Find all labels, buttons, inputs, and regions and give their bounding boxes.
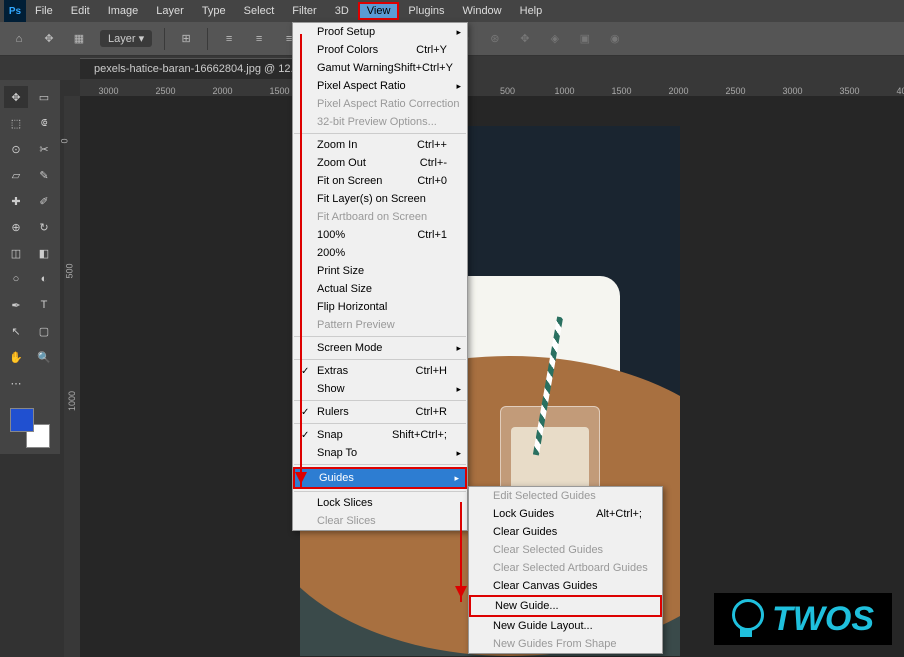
view-menu-fit-artboard-on-screen: Fit Artboard on Screen [293, 208, 467, 226]
view-menu-lock-slices[interactable]: Lock Slices [293, 494, 467, 512]
view-menu-dropdown: Proof SetupProof ColorsCtrl+YGamut Warni… [292, 22, 468, 531]
view-menu-zoom-out[interactable]: Zoom OutCtrl+- [293, 154, 467, 172]
guides-menu-new-guides-from-shape: New Guides From Shape [469, 635, 662, 653]
gradient-tool-icon[interactable]: ◧ [32, 242, 56, 264]
menu-help[interactable]: Help [511, 2, 552, 20]
menu-bar: Ps FileEditImageLayerTypeSelectFilter3DV… [0, 0, 904, 22]
zoom-tool-icon[interactable]: 🔍 [32, 346, 56, 368]
view-menu-proof-setup[interactable]: Proof Setup [293, 23, 467, 41]
view-menu-zoom-in[interactable]: Zoom InCtrl++ [293, 136, 467, 154]
auto-select-icon[interactable]: ▦ [70, 30, 88, 48]
view-menu-200[interactable]: 200% [293, 244, 467, 262]
annotation-arrow [300, 34, 302, 488]
watermark-overlay: TWOS [714, 593, 892, 645]
guides-menu-lock-guides[interactable]: Lock GuidesAlt+Ctrl+; [469, 505, 662, 523]
foreground-color-swatch[interactable] [10, 408, 34, 432]
3d-scale-icon: ▣ [576, 30, 594, 48]
clone-tool-icon[interactable]: ⊕ [4, 216, 28, 238]
menu-select[interactable]: Select [235, 2, 284, 20]
view-menu-clear-slices: Clear Slices [293, 512, 467, 530]
guides-menu-clear-selected-artboard-guides: Clear Selected Artboard Guides [469, 559, 662, 577]
view-menu-pixel-aspect-ratio[interactable]: Pixel Aspect Ratio [293, 77, 467, 95]
3d-slide-icon: ◈ [546, 30, 564, 48]
view-menu-snap[interactable]: SnapShift+Ctrl+; [293, 426, 467, 444]
move-tool-icon[interactable]: ✥ [4, 86, 28, 108]
transform-controls-icon[interactable]: ⊞ [177, 30, 195, 48]
blur-tool-icon[interactable]: ○ [4, 268, 28, 290]
view-menu-gamut-warning[interactable]: Gamut WarningShift+Ctrl+Y [293, 59, 467, 77]
guides-menu-clear-guides[interactable]: Clear Guides [469, 523, 662, 541]
view-menu-extras[interactable]: ExtrasCtrl+H [293, 362, 467, 380]
lasso-tool-icon[interactable]: ⟃ [32, 112, 56, 134]
marquee-tool-icon[interactable]: ⬚ [4, 112, 28, 134]
app-logo-icon: Ps [4, 0, 26, 22]
edit-toolbar-icon[interactable]: ⋯ [4, 372, 28, 394]
dodge-tool-icon[interactable]: ◐ [32, 268, 56, 290]
healing-tool-icon[interactable]: ✚ [4, 190, 28, 212]
menu-layer[interactable]: Layer [147, 2, 193, 20]
hand-tool-icon[interactable]: ✋ [4, 346, 28, 368]
view-menu-pattern-preview: Pattern Preview [293, 316, 467, 334]
guides-menu-new-guide[interactable]: New Guide... [469, 595, 662, 617]
view-menu-100[interactable]: 100%Ctrl+1 [293, 226, 467, 244]
view-menu-screen-mode[interactable]: Screen Mode [293, 339, 467, 357]
home-icon[interactable]: ⌂ [10, 30, 28, 48]
menubar-items: FileEditImageLayerTypeSelectFilter3DView… [26, 2, 551, 20]
view-menu-pixel-aspect-ratio-correction: Pixel Aspect Ratio Correction [293, 95, 467, 113]
guides-menu-edit-selected-guides: Edit Selected Guides [469, 487, 662, 505]
guides-submenu-dropdown: Edit Selected GuidesLock GuidesAlt+Ctrl+… [468, 486, 663, 654]
shape-tool-icon[interactable]: ▢ [32, 320, 56, 342]
3d-pan-icon: ✥ [516, 30, 534, 48]
artboard-tool-icon[interactable]: ▭ [32, 86, 56, 108]
brush-tool-icon[interactable]: ✐ [32, 190, 56, 212]
view-menu-flip-horizontal[interactable]: Flip Horizontal [293, 298, 467, 316]
frame-tool-icon[interactable]: ▱ [4, 164, 28, 186]
view-menu-show[interactable]: Show [293, 380, 467, 398]
vertical-ruler: 05001000 [64, 96, 80, 657]
document-title: pexels-hatice-baran-16662804.jpg @ 12.5%… [94, 63, 324, 75]
view-menu-guides[interactable]: Guides [293, 467, 467, 489]
pen-tool-icon[interactable]: ✒ [4, 294, 28, 316]
watermark-text: TWOS [772, 600, 874, 639]
view-menu-fit-layer-s-on-screen[interactable]: Fit Layer(s) on Screen [293, 190, 467, 208]
crop-tool-icon[interactable]: ✂ [32, 138, 56, 160]
layer-selector[interactable]: Layer ▾ [100, 30, 152, 47]
eraser-tool-icon[interactable]: ◫ [4, 242, 28, 264]
guides-menu-clear-canvas-guides[interactable]: Clear Canvas Guides [469, 577, 662, 595]
color-swatches[interactable] [10, 408, 50, 448]
menu-window[interactable]: Window [454, 2, 511, 20]
view-menu-actual-size[interactable]: Actual Size [293, 280, 467, 298]
guides-menu-clear-selected-guides: Clear Selected Guides [469, 541, 662, 559]
menu-plugins[interactable]: Plugins [399, 2, 453, 20]
menu-view[interactable]: View [358, 2, 400, 20]
view-menu-fit-on-screen[interactable]: Fit on ScreenCtrl+0 [293, 172, 467, 190]
guides-menu-new-guide-layout[interactable]: New Guide Layout... [469, 617, 662, 635]
view-menu-32-bit-preview-options: 32-bit Preview Options... [293, 113, 467, 131]
3d-camera-icon: ◉ [606, 30, 624, 48]
type-tool-icon[interactable]: T [32, 294, 56, 316]
horizontal-ruler: 3000250020001500100050005001000150020002… [80, 80, 904, 96]
view-menu-rulers[interactable]: RulersCtrl+R [293, 403, 467, 421]
annotation-arrow [460, 502, 462, 602]
menu-type[interactable]: Type [193, 2, 235, 20]
view-menu-print-size[interactable]: Print Size [293, 262, 467, 280]
3d-roll-icon: ⊛ [486, 30, 504, 48]
path-tool-icon[interactable]: ↖ [4, 320, 28, 342]
move-tool-icon[interactable]: ✥ [40, 30, 58, 48]
menu-edit[interactable]: Edit [62, 2, 99, 20]
menu-3d[interactable]: 3D [326, 2, 358, 20]
quick-select-tool-icon[interactable]: ⊙ [4, 138, 28, 160]
history-brush-tool-icon[interactable]: ↻ [32, 216, 56, 238]
align-center-icon[interactable]: ≡ [250, 30, 268, 48]
lightbulb-icon [732, 599, 764, 639]
view-menu-snap-to[interactable]: Snap To [293, 444, 467, 462]
eyedropper-tool-icon[interactable]: ✎ [32, 164, 56, 186]
view-menu-proof-colors[interactable]: Proof ColorsCtrl+Y [293, 41, 467, 59]
menu-image[interactable]: Image [99, 2, 148, 20]
tools-panel: ✥ ▭ ⬚ ⟃ ⊙ ✂ ▱ ✎ ✚ ✐ ⊕ ↻ ◫ ◧ ○ ◐ ✒ T ↖ ▢ … [0, 80, 60, 454]
menu-filter[interactable]: Filter [283, 2, 325, 20]
align-left-icon[interactable]: ≡ [220, 30, 238, 48]
menu-file[interactable]: File [26, 2, 62, 20]
